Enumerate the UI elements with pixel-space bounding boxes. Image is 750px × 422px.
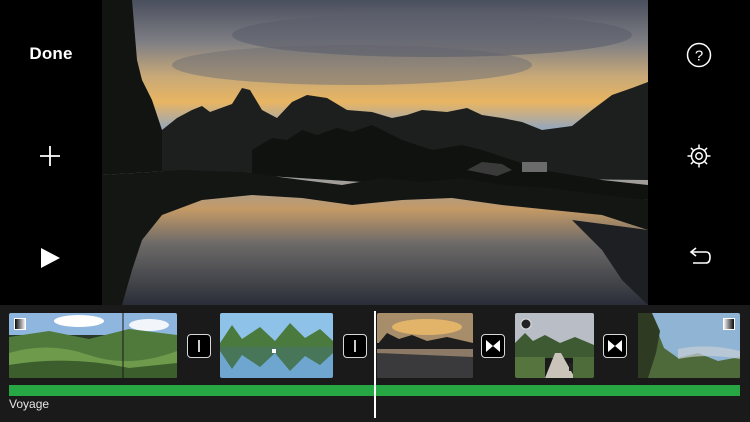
video-preview[interactable] [102,0,648,305]
add-media-button[interactable] [32,138,68,174]
settings-gear-icon [687,144,711,168]
timeline-clip-mountain-valley[interactable] [638,313,740,378]
timeline-clip-landscape-terraces[interactable] [9,313,177,378]
left-toolbar: Done [0,0,102,305]
play-button[interactable] [32,240,68,276]
audio-track-label: Voyage [9,397,50,411]
timeline-clip-sunset-river[interactable] [377,313,473,378]
fade-in-icon [14,318,26,330]
right-toolbar: ? [648,0,750,305]
playhead[interactable] [374,311,376,418]
add-media-icon [40,146,60,166]
settings-button[interactable] [681,138,717,174]
timeline-clip-village-road[interactable] [515,313,594,378]
clip-thumbnail [377,313,473,378]
transition-theme-icon [486,340,500,352]
help-icon: ? [686,42,712,68]
transition-none-2[interactable] [343,334,367,358]
timeline-clip-river-karst[interactable] [220,313,333,378]
undo-button[interactable] [681,240,717,276]
transition-none-icon [198,340,200,352]
transition-theme-1[interactable] [481,334,505,358]
undo-icon [689,247,711,264]
svg-text:?: ? [695,48,703,65]
transition-theme-2[interactable] [603,334,627,358]
editor-top-area: Done ? [0,0,750,305]
clip-thumbnail [220,313,333,378]
clip-theme-badge-icon [520,318,532,330]
play-icon [41,248,60,268]
transition-none-icon [354,340,356,352]
help-button[interactable]: ? [681,37,717,73]
transition-none-1[interactable] [187,334,211,358]
transition-theme-icon [608,340,622,352]
clip-thumbnail [9,313,177,378]
done-button[interactable]: Done [0,44,102,64]
fade-out-icon [723,318,735,330]
preview-frame [102,0,648,305]
